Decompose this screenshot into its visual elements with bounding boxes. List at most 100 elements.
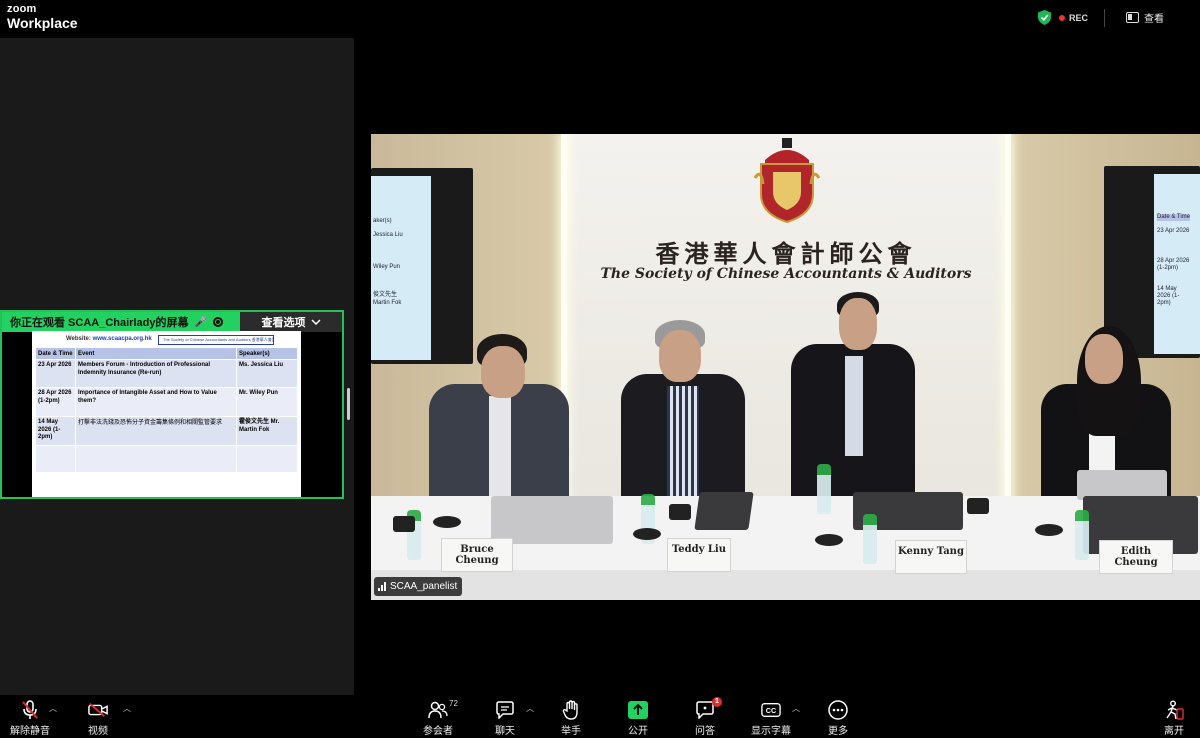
cell-speaker: 霍俊文先生 Mr. Martin Fok	[236, 416, 298, 446]
microphone-puck	[433, 516, 461, 528]
audio-options-caret-icon[interactable]: ︿	[49, 703, 57, 714]
nameplate: Edith Cheung	[1099, 540, 1173, 574]
leave-icon	[1164, 700, 1184, 720]
cell-event	[75, 445, 237, 473]
viewing-banner: 你正在观看 SCAA_Chairlady的屏幕 🎤	[2, 312, 240, 332]
shared-screen-frame[interactable]: 你正在观看 SCAA_Chairlady的屏幕 🎤 查看选项 Website: …	[0, 310, 344, 499]
brand-top-text: zoom	[7, 3, 37, 15]
mic-muted-icon: 🎤	[194, 316, 207, 328]
panelist-head	[659, 330, 701, 382]
meeting-toolbar: 解除静音 ︿ 视频 ︿ 72 参会者 聊天 ︿ 举手 公开 1 问答 CC 显示…	[0, 695, 1200, 738]
leave-button[interactable]: 离开	[1144, 695, 1200, 738]
cell-event: Members Forum - Introduction of Professi…	[75, 359, 237, 388]
society-logo: The Society of Chinese Accountants and A…	[158, 335, 274, 345]
brand-bottom-text: Workplace	[7, 15, 78, 31]
video-off-icon	[88, 700, 108, 720]
view-button[interactable]: 查看	[1126, 10, 1164, 25]
more-icon	[828, 700, 848, 720]
raise-hand-button[interactable]: 举手	[541, 695, 601, 738]
table-row: 28 Apr 2026 (1-2pm) Importance of Intang…	[35, 387, 298, 417]
nameplate: Teddy Liu	[667, 538, 731, 572]
nameplate-name: Kenny Tang	[898, 546, 964, 557]
tablet	[694, 492, 754, 530]
panelist-head	[839, 298, 877, 350]
more-button[interactable]: 更多	[808, 695, 868, 738]
cell-date: 28 Apr 2026 (1-2pm)	[35, 387, 76, 417]
participant-name-tag: SCAA_panelist	[374, 577, 463, 596]
society-name-chinese: 香港華人會計師公會	[655, 239, 917, 268]
unmute-label: 解除静音	[10, 726, 50, 737]
screen-text: aker(s)	[373, 218, 392, 224]
more-label: 更多	[828, 726, 848, 737]
chat-button[interactable]: 聊天	[475, 695, 535, 738]
qa-label: 问答	[695, 726, 715, 737]
society-name-english: The Society of Chinese Accountants & Aud…	[600, 266, 972, 282]
phone	[967, 498, 989, 514]
hand-icon	[561, 700, 581, 720]
shared-document: Website: www.scaacpa.org.hk The Society …	[32, 331, 301, 497]
participants-count: 72	[449, 699, 458, 708]
screen-text: 23 Apr 2026	[1157, 228, 1190, 234]
panel-resize-handle[interactable]	[347, 388, 350, 420]
share-button[interactable]: 公开	[608, 695, 668, 738]
cell-event: 打擊非法洗錢及恐怖分子資金籌集條例和相關監管要求	[75, 416, 237, 446]
view-layout-icon	[1126, 12, 1139, 23]
nameplate-name: Edith Cheung	[1114, 546, 1158, 568]
top-bar: zoom Workplace REC 查看	[0, 0, 1200, 38]
video-button[interactable]: 视频	[68, 695, 128, 738]
svg-text:CC: CC	[766, 706, 777, 715]
table-row: 14 May 2026 (1-2pm) 打擊非法洗錢及恐怖分子資金籌集條例和相關…	[35, 416, 298, 446]
table-header-row: Date & Time Event Speaker(s)	[35, 347, 298, 360]
wall-screen-left: aker(s) Jessica Liu Wiley Pun 俊文先生 Marti…	[371, 168, 473, 364]
screen-text: 14 May 2026 (1-2pm)	[1157, 286, 1180, 307]
website-label: Website:	[66, 336, 91, 342]
cell-speaker: Ms. Jessica Liu	[236, 359, 298, 388]
captions-options-caret-icon[interactable]: ︿	[792, 703, 800, 714]
microphone-puck	[633, 528, 661, 540]
view-options-label: 查看选项	[261, 317, 306, 329]
participants-label: 参会者	[423, 726, 453, 737]
col-header-speaker: Speaker(s)	[236, 347, 298, 360]
shared-screen-panel: 你正在观看 SCAA_Chairlady的屏幕 🎤 查看选项 Website: …	[0, 38, 354, 695]
screen-text: Jessica Liu	[373, 232, 403, 238]
captions-button[interactable]: CC 显示字幕	[741, 695, 801, 738]
cell-date	[35, 445, 76, 473]
qa-badge: 1	[712, 697, 722, 707]
cell-speaker: Mr. Wiley Pun	[236, 387, 298, 417]
participant-name: SCAA_panelist	[390, 581, 458, 592]
qa-button[interactable]: 1 问答	[675, 695, 735, 738]
chat-options-caret-icon[interactable]: ︿	[526, 703, 534, 714]
society-crest-icon	[753, 138, 821, 224]
document-header: Website: www.scaacpa.org.hk The Society …	[32, 333, 301, 345]
chat-label: 聊天	[495, 726, 515, 737]
participants-icon: 72	[428, 699, 458, 720]
screen-text: Wiley Pun	[373, 264, 401, 270]
recording-indicator[interactable]: REC	[1038, 10, 1088, 25]
app-logo: zoom Workplace	[7, 3, 78, 31]
phone	[669, 504, 691, 520]
table-row	[35, 445, 298, 473]
panelist-shirt	[667, 386, 699, 496]
video-label: 视频	[88, 726, 108, 737]
share-label: 公开	[628, 726, 648, 737]
cell-date: 23 Apr 2026	[35, 359, 76, 388]
unmute-button[interactable]: 解除静音	[0, 695, 60, 738]
events-table: Date & Time Event Speaker(s) 23 Apr 2026…	[35, 347, 298, 473]
col-header-event: Event	[75, 347, 237, 360]
chat-icon	[495, 700, 515, 720]
cell-speaker	[236, 445, 298, 473]
view-label: 查看	[1144, 14, 1164, 25]
chevron-down-icon	[310, 319, 321, 325]
cell-event: Importance of Intangible Asset and How t…	[75, 387, 237, 417]
website-url: www.scaacpa.org.hk	[92, 336, 152, 342]
speaker-video[interactable]: 香港華人會計師公會 The Society of Chinese Account…	[371, 134, 1200, 600]
table-row: 23 Apr 2026 Members Forum - Introduction…	[35, 359, 298, 388]
share-arrow-icon	[628, 700, 648, 720]
leave-label: 离开	[1164, 726, 1184, 737]
participants-button[interactable]: 72 参会者	[408, 695, 468, 738]
cell-date: 14 May 2026 (1-2pm)	[35, 416, 76, 446]
microphone-puck	[1035, 524, 1063, 536]
video-options-caret-icon[interactable]: ︿	[123, 703, 131, 714]
cc-icon: CC	[761, 700, 781, 720]
view-options-button[interactable]: 查看选项	[240, 312, 342, 332]
